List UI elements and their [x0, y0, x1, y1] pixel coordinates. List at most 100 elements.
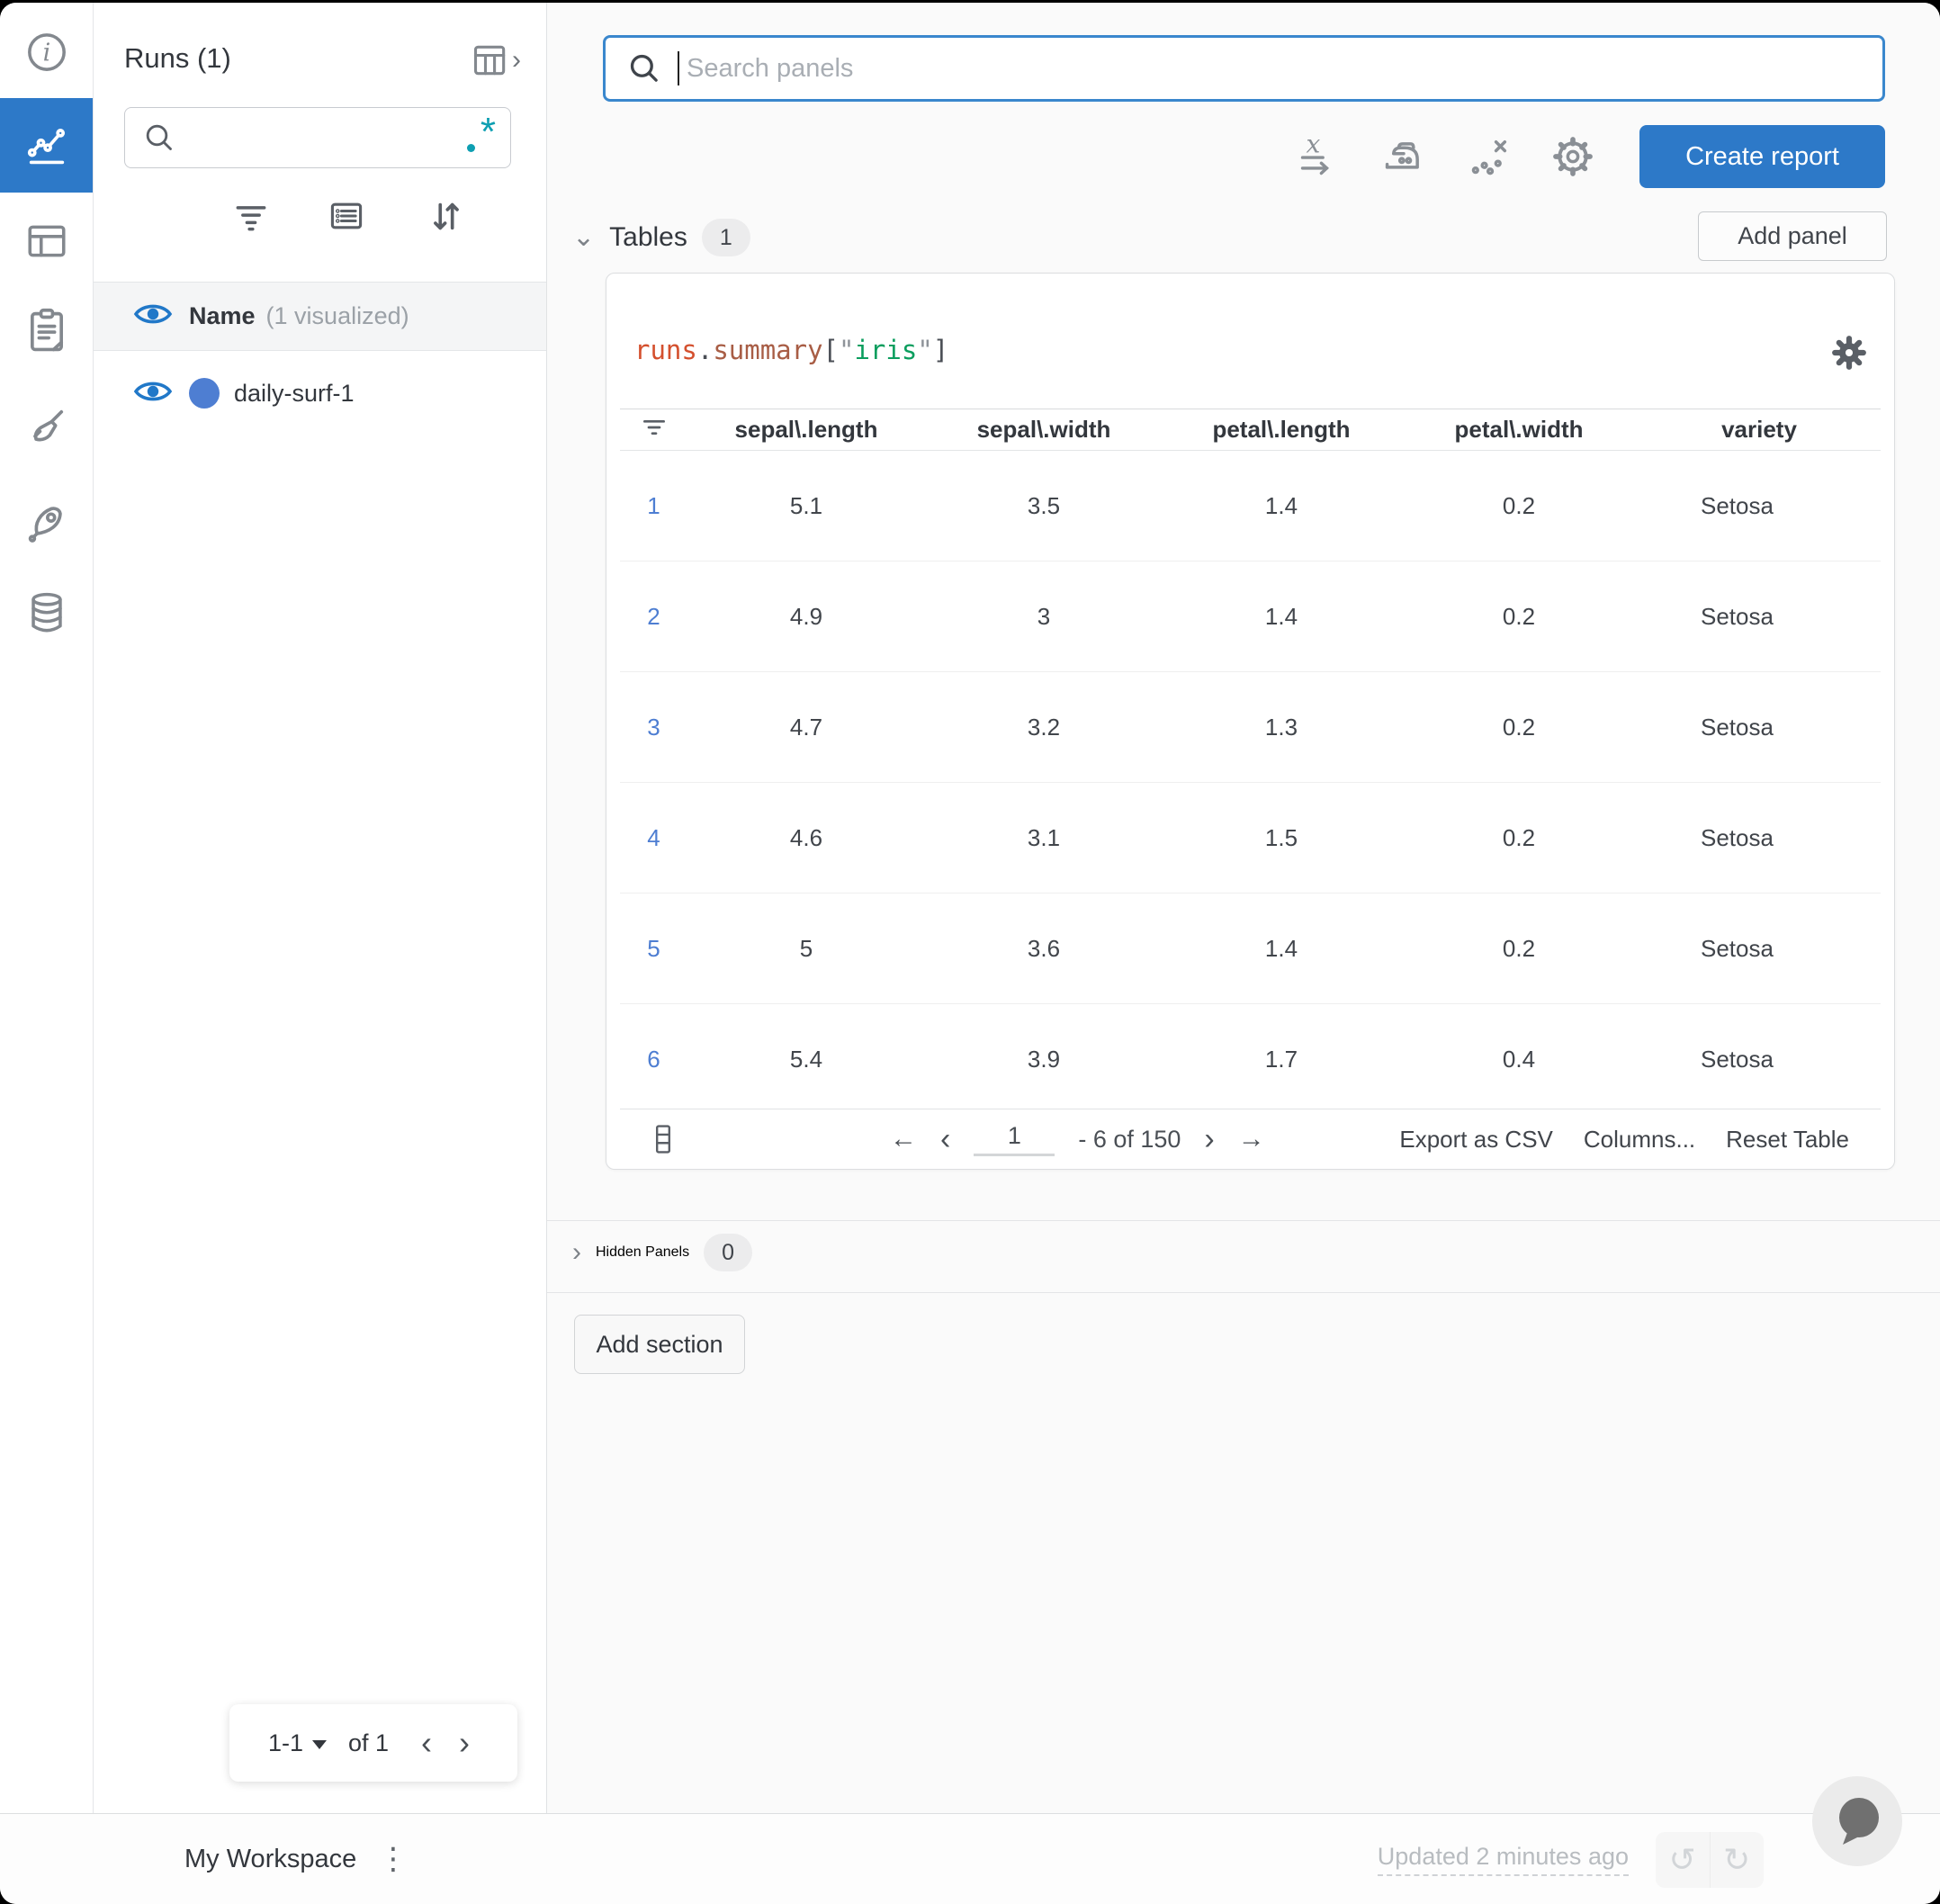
eye-visibility-icon[interactable]	[133, 301, 173, 332]
table-cell: 1.5	[1264, 823, 1298, 851]
section-divider	[547, 1292, 1940, 1293]
text-caret	[678, 51, 679, 85]
rocket-icon[interactable]	[0, 496, 93, 548]
column-header[interactable]: petal\.length	[1163, 416, 1400, 444]
last-page-button[interactable]: →	[1238, 1124, 1265, 1154]
runs-search-input[interactable]	[177, 122, 465, 153]
table-cell: 0.2	[1502, 934, 1536, 962]
regex-toggle-icon[interactable]: *	[465, 112, 496, 156]
page-range-label: - 6 of 150	[1078, 1125, 1181, 1153]
row-index-link[interactable]: 3	[620, 714, 687, 741]
export-csv-button[interactable]: Export as CSV	[1399, 1126, 1553, 1154]
column-header[interactable]: petal\.width	[1400, 416, 1638, 444]
icon-rail: i	[0, 3, 94, 1814]
table-mini-grid-icon[interactable]	[651, 1124, 675, 1159]
run-row[interactable]: daily-surf-1	[94, 361, 546, 426]
add-panel-button[interactable]: Add panel	[1698, 211, 1887, 261]
table-header-row: sepal\.length sepal\.width petal\.length pe…	[620, 409, 1881, 451]
chevron-down-icon[interactable]: ⌄	[572, 224, 595, 251]
x-axis-settings-icon[interactable]: x	[1294, 125, 1348, 188]
chat-bubble-icon	[1839, 1798, 1879, 1837]
row-index-link[interactable]: 2	[620, 603, 687, 631]
column-filter-icon[interactable]	[620, 413, 687, 446]
filter-icon[interactable]	[220, 195, 283, 237]
next-page-button[interactable]: ›	[450, 1727, 479, 1759]
table-cell: Setosa	[1701, 934, 1774, 962]
name-column-label: Name	[189, 302, 256, 329]
reset-table-button[interactable]: Reset Table	[1726, 1126, 1849, 1154]
add-section-button[interactable]: Add section	[574, 1315, 745, 1374]
redo-icon[interactable]: ↻	[1711, 1832, 1765, 1888]
expand-runs-table-button[interactable]: ›	[471, 40, 521, 80]
next-page-button[interactable]: ›	[1204, 1122, 1214, 1157]
search-icon	[630, 54, 658, 82]
row-index-link[interactable]: 6	[620, 1046, 687, 1073]
panel-search-input[interactable]	[685, 52, 1882, 85]
workspace-menu-button[interactable]: ⋮	[378, 1814, 409, 1904]
run-name[interactable]: daily-surf-1	[234, 380, 355, 408]
tables-section-label: Tables	[609, 222, 687, 252]
eye-visibility-icon[interactable]	[133, 378, 173, 409]
table-cell: 0.2	[1502, 823, 1536, 851]
table-cell: 4.6	[789, 823, 823, 851]
chevron-right-icon: ›	[512, 45, 521, 75]
table-row: 4 4.6 3.1 1.5 0.2 Setosa	[620, 783, 1881, 894]
chevron-down-icon[interactable]	[311, 1740, 327, 1749]
sidebar-item-charts-active[interactable]	[0, 98, 93, 193]
column-header[interactable]: sepal\.width	[925, 416, 1163, 444]
table-cell: 1.4	[1264, 491, 1298, 519]
runs-page-total: of 1	[347, 1729, 390, 1756]
panels-layout-icon[interactable]	[0, 217, 93, 265]
sweep-broom-icon[interactable]	[0, 400, 93, 453]
last-updated-label[interactable]: Updated 2 minutes ago	[1377, 1843, 1629, 1876]
chat-support-button[interactable]	[1812, 1776, 1902, 1866]
svg-text:i: i	[42, 40, 50, 67]
smoothing-iron-icon[interactable]	[1377, 125, 1431, 188]
row-index-link[interactable]: 4	[620, 824, 687, 852]
settings-gear-icon[interactable]	[1546, 125, 1600, 188]
app-window: i Runs (1) › * Name (1 visualized) daily…	[0, 3, 1940, 1904]
chevron-right-icon[interactable]: ›	[572, 1239, 581, 1266]
run-color-dot	[189, 378, 220, 409]
table-cell: Setosa	[1701, 1045, 1774, 1073]
page-number-input[interactable]: 1	[974, 1122, 1055, 1156]
undo-redo-group: ↺ ↻	[1656, 1832, 1764, 1888]
runs-list-header[interactable]: Name (1 visualized)	[94, 282, 546, 351]
info-icon[interactable]: i	[0, 28, 93, 76]
table-cell: 3.5	[1027, 491, 1061, 519]
prev-page-button[interactable]: ‹	[412, 1727, 441, 1759]
table-cell: 0.2	[1502, 602, 1536, 630]
first-page-button[interactable]: ←	[890, 1124, 917, 1154]
last-updated: Updated 2 minutes ago	[1377, 1814, 1629, 1904]
table-cell: 4.9	[789, 602, 823, 630]
sort-icon[interactable]	[414, 195, 477, 237]
table-cell: 0.4	[1502, 1045, 1536, 1073]
row-index-link[interactable]: 1	[620, 492, 687, 520]
data-table: sepal\.length sepal\.width petal\.length pe…	[620, 409, 1881, 1114]
panel-search-box[interactable]	[603, 35, 1885, 102]
panel-settings-gear-icon[interactable]	[1829, 333, 1869, 377]
undo-icon[interactable]: ↺	[1656, 1832, 1711, 1888]
table-cell: 5.1	[789, 491, 823, 519]
database-icon[interactable]	[0, 588, 93, 640]
column-header[interactable]: sepal\.length	[687, 416, 925, 444]
columns-button[interactable]: Columns...	[1584, 1126, 1695, 1154]
outliers-icon[interactable]	[1462, 125, 1516, 188]
list-view-icon[interactable]	[315, 195, 378, 237]
section-divider	[547, 1220, 1940, 1221]
prev-page-button[interactable]: ‹	[940, 1122, 950, 1157]
table-row: 6 5.4 3.9 1.7 0.4 Setosa	[620, 1004, 1881, 1114]
column-header[interactable]: variety	[1638, 416, 1881, 444]
create-report-button[interactable]: Create report	[1639, 125, 1885, 188]
runs-page-range[interactable]: 1-1	[268, 1729, 303, 1757]
hidden-panels-section-header[interactable]: › Hidden Panels 0	[572, 1234, 753, 1271]
tables-section-header[interactable]: ⌄ Tables 1	[572, 219, 750, 256]
runs-search-box[interactable]: *	[124, 107, 511, 168]
runs-table-icon	[473, 45, 506, 76]
row-index-link[interactable]: 5	[620, 935, 687, 963]
runs-toolbar	[94, 195, 546, 237]
hidden-panels-count-badge: 0	[704, 1234, 753, 1271]
table-cell: 3.1	[1027, 823, 1061, 851]
hidden-panels-label: Hidden Panels	[596, 1244, 690, 1260]
clipboard-icon[interactable]	[0, 305, 93, 357]
